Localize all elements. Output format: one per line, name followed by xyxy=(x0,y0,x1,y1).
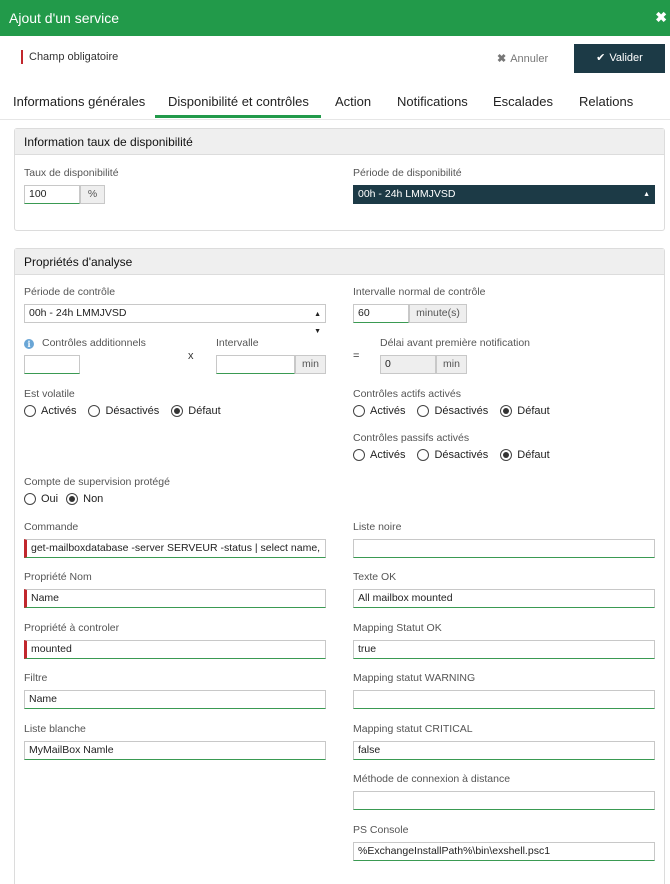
tab-action[interactable]: Action xyxy=(335,94,371,109)
tab-relations[interactable]: Relations xyxy=(579,94,633,109)
ok-text-label: Texte OK xyxy=(353,571,397,583)
volatile-radio-actives[interactable]: Activés xyxy=(24,405,76,417)
cancel-label: Annuler xyxy=(510,53,549,65)
equals-symbol: = xyxy=(353,350,360,362)
passive-checks-radio-group: Activés Désactivés Défaut xyxy=(353,449,562,461)
tab-escalades[interactable]: Escalades xyxy=(493,94,553,109)
tab-disponibilite-controles[interactable]: Disponibilité et contrôles xyxy=(155,94,321,118)
command-input[interactable]: get-mailboxdatabase -server SERVEUR -sta… xyxy=(24,539,326,558)
ps-console-label: PS Console xyxy=(353,824,409,836)
validate-button[interactable]: ✔ Valider xyxy=(574,44,665,73)
availability-period-label: Période de disponibilité xyxy=(353,167,462,179)
protected-label: Compte de supervision protégé xyxy=(24,476,170,488)
volatile-radio-desactives[interactable]: Désactivés xyxy=(88,405,159,417)
remote-method-label: Méthode de connexion à distance xyxy=(353,773,511,785)
check-period-value: 00h - 24h LMMJVSD xyxy=(29,307,127,319)
normal-interval-unit: minute(s) xyxy=(409,304,467,323)
validate-label: Valider xyxy=(609,52,643,64)
additional-checks-input[interactable] xyxy=(24,355,80,374)
mapping-critical-label: Mapping statut CRITICAL xyxy=(353,723,473,735)
x-icon: ✖ xyxy=(497,53,507,65)
protected-radio-non[interactable]: Non xyxy=(66,493,103,505)
availability-heading: Information taux de disponibilité xyxy=(15,129,664,155)
volatile-radio-defaut[interactable]: Défaut xyxy=(171,405,221,417)
first-notif-delay-label: Délai avant première notification xyxy=(380,337,530,349)
window-title: Ajout d'un service xyxy=(9,10,120,26)
ps-console-input[interactable]: %ExchangeInstallPath%\bin\exshell.psc1 xyxy=(353,842,655,861)
mapping-ok-input[interactable]: true xyxy=(353,640,655,659)
required-note: Champ obligatoire xyxy=(21,50,118,64)
check-period-label: Période de contrôle xyxy=(24,286,116,298)
passive-checks-radio-defaut[interactable]: Défaut xyxy=(500,449,550,461)
first-notif-delay-unit: min xyxy=(436,355,467,374)
first-notif-delay-input: 0 xyxy=(380,355,436,374)
filter-label: Filtre xyxy=(24,672,48,684)
info-icon: i xyxy=(24,339,34,349)
property-name-input[interactable]: Name xyxy=(24,589,326,608)
availability-period-select[interactable]: 00h - 24h LMMJVSD ▲ ▼ xyxy=(353,185,655,215)
active-checks-radio-defaut[interactable]: Défaut xyxy=(500,405,550,417)
mapping-ok-label: Mapping Statut OK xyxy=(353,622,442,634)
volatile-label: Est volatile xyxy=(24,388,75,400)
volatile-radio-group: Activés Désactivés Défaut xyxy=(24,405,233,417)
availability-panel: Information taux de disponibilité xyxy=(14,128,665,231)
active-checks-label: Contrôles actifs activés xyxy=(353,388,461,400)
passive-checks-radio-actives[interactable]: Activés xyxy=(353,449,405,461)
interval-label: Intervalle xyxy=(216,337,259,349)
remote-method-input[interactable] xyxy=(353,791,655,810)
active-checks-radio-desactives[interactable]: Désactivés xyxy=(417,405,488,417)
tab-bar: Informations générales Disponibilité et … xyxy=(0,88,670,120)
availability-period-value: 00h - 24h LMMJVSD xyxy=(358,188,456,200)
check-icon: ✔ xyxy=(596,52,606,64)
protected-radio-group: Oui Non xyxy=(24,493,115,505)
analysis-heading: Propriétés d'analyse xyxy=(15,249,664,275)
times-symbol: x xyxy=(188,350,194,362)
blacklist-label: Liste noire xyxy=(353,521,402,533)
select-arrows-icon: ▲ ▼ xyxy=(643,191,650,215)
tab-notifications[interactable]: Notifications xyxy=(397,94,468,109)
mapping-warning-input[interactable] xyxy=(353,690,655,709)
ok-text-input[interactable]: All mailbox mounted xyxy=(353,589,655,608)
select-arrows-icon: ▲ ▼ xyxy=(314,311,321,335)
filter-input[interactable]: Name xyxy=(24,690,326,709)
active-checks-radio-actives[interactable]: Activés xyxy=(353,405,405,417)
rate-unit: % xyxy=(80,185,105,204)
rate-input[interactable]: 100 xyxy=(24,185,80,204)
blacklist-input[interactable] xyxy=(353,539,655,558)
normal-interval-input[interactable]: 60 xyxy=(353,304,409,323)
interval-unit: min xyxy=(295,355,326,374)
active-checks-radio-group: Activés Désactivés Défaut xyxy=(353,405,562,417)
close-icon[interactable]: ✖ xyxy=(655,10,667,24)
normal-interval-label: Intervalle normal de contrôle xyxy=(353,286,486,298)
mapping-critical-input[interactable]: false xyxy=(353,741,655,760)
whitelist-label: Liste blanche xyxy=(24,723,86,735)
whitelist-input[interactable]: MyMailBox Namle xyxy=(24,741,326,760)
command-label: Commande xyxy=(24,521,79,533)
rate-label: Taux de disponibilité xyxy=(24,167,119,179)
mapping-warning-label: Mapping statut WARNING xyxy=(353,672,476,684)
check-period-select[interactable]: 00h - 24h LMMJVSD ▲ ▼ xyxy=(24,304,326,335)
property-check-label: Propriété à controler xyxy=(24,622,120,634)
interval-input[interactable] xyxy=(216,355,295,374)
passive-checks-radio-desactives[interactable]: Désactivés xyxy=(417,449,488,461)
tab-informations-generales[interactable]: Informations générales xyxy=(13,94,145,109)
additional-checks-label: Contrôles additionnels xyxy=(42,337,146,349)
passive-checks-label: Contrôles passifs activés xyxy=(353,432,470,444)
property-check-input[interactable]: mounted xyxy=(24,640,326,659)
title-bar: Ajout d'un service ✖ xyxy=(0,0,670,36)
cancel-button[interactable]: ✖ Annuler xyxy=(497,50,548,68)
property-name-label: Propriété Nom xyxy=(24,571,92,583)
protected-radio-oui[interactable]: Oui xyxy=(24,493,58,505)
